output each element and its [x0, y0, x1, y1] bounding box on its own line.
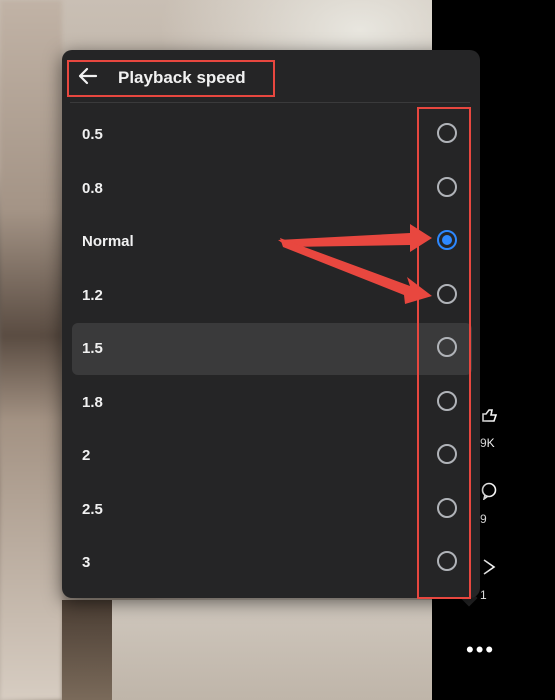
more-options-button[interactable]: ••• [466, 637, 495, 663]
speed-option-label: Normal [82, 233, 134, 250]
speed-option[interactable]: 1.2 [72, 270, 472, 322]
radio-unselected-icon[interactable] [437, 176, 457, 197]
speed-option[interactable]: 0.5 [72, 109, 472, 161]
shares-count: 1 [480, 588, 487, 602]
back-arrow-icon[interactable] [76, 64, 100, 88]
menu-title: Playback speed [118, 68, 246, 87]
header-divider [70, 102, 470, 103]
menu-header: Playback speed [62, 50, 480, 102]
radio-unselected-icon[interactable] [437, 337, 457, 357]
speed-option-label: 2.5 [82, 500, 103, 518]
comments-count: 9 [480, 512, 487, 526]
likes-count: 9K [480, 436, 495, 450]
speed-option-label: 1.2 [82, 286, 103, 304]
speed-option-label: 3 [82, 554, 91, 571]
speed-option[interactable]: 1.5 [72, 323, 472, 375]
comment-icon[interactable] [480, 482, 498, 503]
radio-selected-icon[interactable] [437, 230, 457, 250]
video-blur-left [0, 0, 62, 700]
video-blur-shape [62, 600, 112, 700]
radio-unselected-icon[interactable] [437, 497, 457, 518]
radio-unselected-icon[interactable] [437, 551, 457, 571]
radio-unselected-icon[interactable] [437, 390, 457, 411]
speed-option[interactable]: 2 [72, 430, 472, 482]
speed-option[interactable]: 2.5 [72, 484, 472, 536]
radio-unselected-icon[interactable] [437, 123, 457, 143]
speed-option-label: 1.8 [82, 393, 103, 411]
speed-option-label: 0.5 [82, 126, 103, 143]
radio-unselected-icon[interactable] [437, 444, 457, 464]
speed-option[interactable]: 3 [72, 537, 472, 589]
speed-option-label: 0.8 [82, 179, 103, 197]
video-blur-bottom [62, 600, 432, 700]
speed-option[interactable]: 0.8 [72, 163, 472, 215]
like-icon[interactable] [480, 406, 498, 427]
speed-option[interactable]: 1.8 [72, 377, 472, 429]
speed-option-label: 2 [82, 447, 91, 464]
speed-option-label: 1.5 [82, 340, 103, 357]
radio-unselected-icon[interactable] [437, 283, 457, 304]
share-icon[interactable] [480, 558, 498, 579]
playback-speed-menu: Playback speed 0.5 0.8 Normal 1.2 1.5 1.8 2 2.5… [62, 50, 480, 598]
speed-option[interactable]: Normal [72, 216, 472, 268]
